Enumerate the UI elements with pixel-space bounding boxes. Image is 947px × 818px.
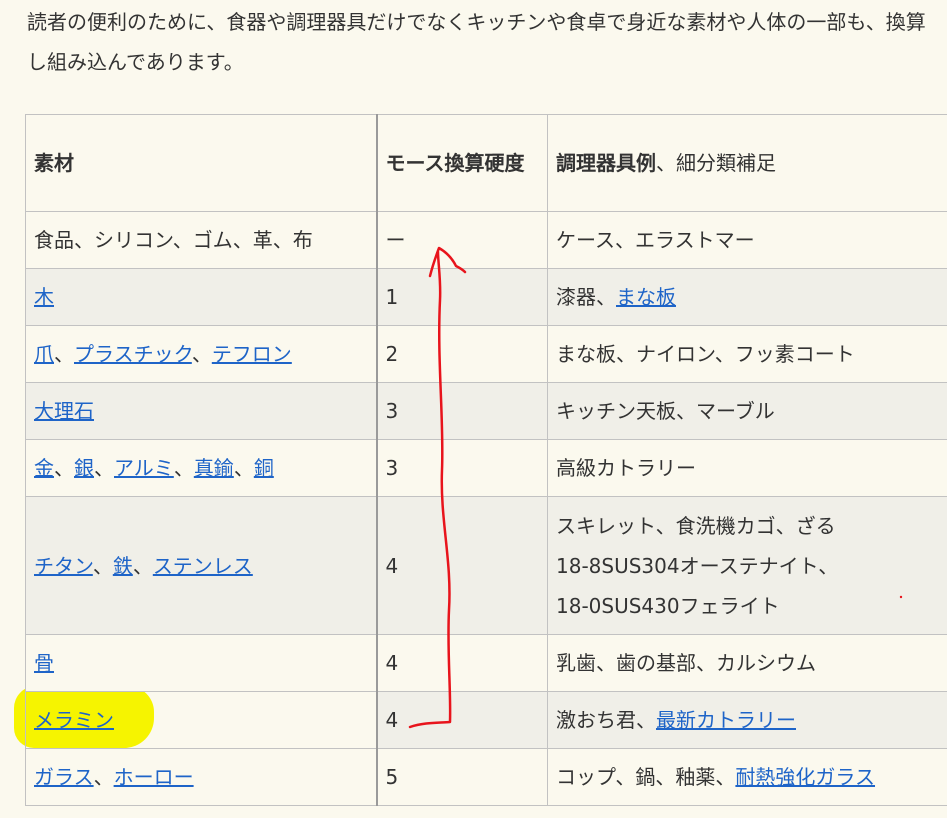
hardness-cell: 5 [375, 748, 548, 806]
material-cell: 大理石 [25, 382, 377, 440]
examples-cell: 高級カトラリー [547, 439, 947, 497]
material-link[interactable]: 木 [34, 285, 54, 309]
examples-cell: コップ、鍋、釉薬、耐熱強化ガラス [547, 748, 947, 806]
examples-text: 高級カトラリー [556, 456, 696, 480]
examples-text: 激おち君、 [556, 708, 656, 732]
examples-text: ケース、エラストマー [556, 228, 755, 252]
examples-cell: まな板、ナイロン、フッ素コート [547, 325, 947, 383]
examples-cell: 激おち君、最新カトラリー [547, 691, 947, 749]
material-cell: 爪、プラスチック、テフロン [25, 325, 377, 383]
table-row: チタン、鉄、ステンレス 4 スキレット、食洗機カゴ、ざる 18-8SUS304オーステ… [25, 496, 947, 635]
header-examples-rest: 、細分類補足 [656, 151, 776, 175]
material-text: 、 [94, 456, 114, 480]
hardness-cell: 1 [375, 268, 548, 326]
mohs-hardness-table: 素材 モース換算硬度 調理器具例、細分類補足 食品、シリコン、ゴム、革、布 ーケー… [25, 114, 947, 806]
material-text: 、 [173, 456, 194, 480]
material-link[interactable]: ステンレス [153, 554, 253, 578]
material-text: 、 [132, 553, 153, 578]
material-content: メラミン [34, 708, 114, 732]
material-link[interactable]: チタン [34, 554, 93, 578]
material-text: 、 [93, 765, 114, 789]
hardness-cell: 4 [375, 691, 548, 749]
header-examples: 調理器具例、細分類補足 [547, 114, 947, 212]
table-row: 大理石 3 キッチン天板、マーブル [25, 382, 947, 440]
material-link[interactable]: 爪 [34, 342, 54, 366]
material-text: 、 [191, 342, 212, 366]
examples-cell: 乳歯、歯の基部、カルシウム [547, 634, 947, 692]
material-text: 、 [54, 342, 74, 366]
material-link[interactable]: ガラス [34, 765, 94, 789]
table-header-row: 素材 モース換算硬度 調理器具例、細分類補足 [25, 114, 947, 212]
examples-cell: ケース、エラストマー [547, 211, 947, 269]
material-link[interactable]: 銅 [254, 456, 274, 480]
material-content: 骨 [34, 651, 54, 675]
hardness-cell: 3 [375, 382, 548, 440]
hardness-cell: 4 [375, 496, 548, 635]
examples-link[interactable]: まな板 [616, 285, 676, 309]
material-link[interactable]: 骨 [34, 651, 54, 675]
table-row: 食品、シリコン、ゴム、革、布 ーケース、エラストマー [25, 211, 947, 269]
material-content: 大理石 [34, 399, 94, 423]
examples-link[interactable]: 耐熱強化ガラス [735, 765, 875, 789]
table-row: 骨 4 乳歯、歯の基部、カルシウム [25, 634, 947, 692]
examples-text: 漆器、 [556, 285, 616, 309]
hardness-cell: 2 [375, 325, 548, 383]
material-cell: 食品、シリコン、ゴム、革、布 [25, 211, 377, 269]
examples-line: 18-0SUS430フェライト [556, 593, 780, 618]
material-cell: ガラス、ホーロー [25, 748, 377, 806]
material-link[interactable]: テフロン [212, 342, 292, 366]
material-link[interactable]: プラスチック [74, 342, 192, 366]
material-cell: メラミン [25, 691, 377, 749]
header-material: 素材 [25, 114, 377, 212]
table-row: 木 1 漆器、まな板 [25, 268, 947, 326]
material-text: 、 [233, 456, 254, 480]
examples-text: コップ、鍋、釉薬、 [556, 765, 736, 789]
material-link[interactable]: メラミン [34, 708, 114, 732]
examples-cell: キッチン天板、マーブル [547, 382, 947, 440]
material-link[interactable]: 大理石 [34, 399, 94, 423]
examples-cell: 漆器、まな板 [547, 268, 947, 326]
material-cell: チタン、鉄、ステンレス [25, 496, 377, 635]
material-link[interactable]: アルミ [114, 456, 174, 480]
examples-text: 乳歯、歯の基部、カルシウム [556, 651, 816, 675]
article-page: 読者の便利のために、食器や調理器具だけでなくキッチンや食卓で身近な素材や人体の一… [0, 0, 947, 818]
material-content: 食品、シリコン、ゴム、革、布 [34, 228, 313, 252]
table-row: ガラス、ホーロー 5 コップ、鍋、釉薬、耐熱強化ガラス [25, 748, 947, 806]
table-row: メラミン 4 激おち君、最新カトラリー [25, 691, 947, 749]
header-examples-bold: 調理器具例 [556, 151, 656, 175]
material-content: チタン、鉄、ステンレス [34, 554, 253, 578]
material-cell: 金、銀、アルミ、真鍮、銅 [25, 439, 377, 497]
material-link[interactable]: 金 [34, 456, 54, 480]
material-link[interactable]: 鉄 [113, 554, 133, 578]
material-link[interactable]: ホーロー [114, 765, 194, 789]
material-cell: 骨 [25, 634, 377, 692]
material-content: 木 [34, 285, 54, 309]
examples-link[interactable]: 最新カトラリー [656, 708, 796, 732]
material-link[interactable]: 真鍮 [194, 456, 234, 480]
examples-line: スキレット、食洗機カゴ、ざる [556, 513, 836, 538]
material-cell: 木 [25, 268, 377, 326]
examples-line: 18-8SUS304オーステナイト、 [556, 553, 839, 578]
table-body: 食品、シリコン、ゴム、革、布ーケース、エラストマー木 1 漆器、まな板 爪、プラスチッ… [25, 211, 947, 806]
header-hardness: モース換算硬度 [375, 114, 548, 212]
material-link[interactable]: 銀 [74, 456, 94, 480]
intro-paragraph: 読者の便利のために、食器や調理器具だけでなくキッチンや食卓で身近な素材や人体の一… [27, 10, 926, 74]
material-text: 食品、シリコン、ゴム、革、布 [34, 228, 313, 252]
table-row: 爪、プラスチック、テフロン 2 まな板、ナイロン、フッ素コート [25, 325, 947, 383]
material-content: ガラス、ホーロー [34, 765, 194, 789]
hardness-cell: 4 [375, 634, 548, 692]
examples-cell: スキレット、食洗機カゴ、ざる 18-8SUS304オーステナイト、 18-0SUS4… [547, 496, 947, 635]
material-content: 金、銀、アルミ、真鍮、銅 [34, 456, 274, 480]
material-text: 、 [92, 553, 113, 578]
material-content: 爪、プラスチック、テフロン [34, 342, 292, 366]
hardness-cell: ー [375, 211, 548, 269]
examples-text: キッチン天板、マーブル [556, 399, 775, 423]
hardness-cell: 3 [375, 439, 548, 497]
table-row: 金、銀、アルミ、真鍮、銅 3 高級カトラリー [25, 439, 947, 497]
examples-text: まな板、ナイロン、フッ素コート [556, 342, 855, 366]
material-text: 、 [54, 456, 74, 480]
